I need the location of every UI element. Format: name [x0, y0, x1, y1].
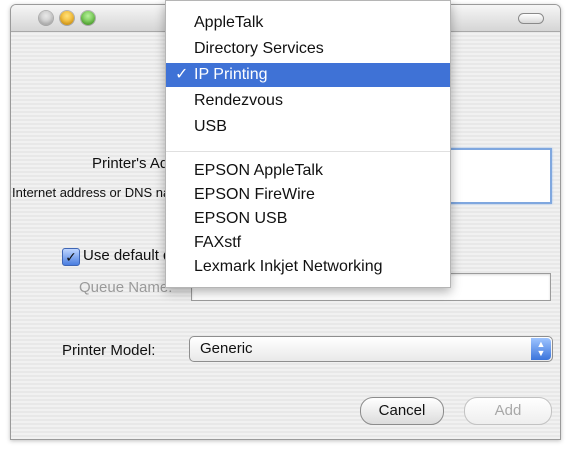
- menu-item-label: IP Printing: [194, 66, 268, 83]
- menu-item-epson-usb[interactable]: EPSON USB: [166, 207, 450, 231]
- default-queue-checkbox[interactable]: ✓: [62, 248, 80, 266]
- menu-item-label: Directory Services: [194, 40, 324, 57]
- menu-item-epson-appletalk[interactable]: EPSON AppleTalk: [166, 159, 450, 183]
- menu-item-label: AppleTalk: [194, 14, 264, 31]
- menu-item-label: EPSON AppleTalk: [194, 162, 323, 179]
- printer-model-value: Generic: [200, 340, 253, 357]
- menu-item-faxstf[interactable]: FAXstf: [166, 231, 450, 255]
- menu-item-ip-printing[interactable]: ✓ IP Printing: [166, 63, 450, 87]
- cancel-button[interactable]: Cancel: [360, 397, 444, 425]
- menu-item-label: Lexmark Inkjet Networking: [194, 258, 383, 275]
- minimize-button-icon[interactable]: [60, 11, 74, 25]
- close-button-icon[interactable]: [39, 11, 53, 25]
- menu-item-appletalk[interactable]: AppleTalk: [166, 11, 450, 35]
- checkmark-icon: ✓: [175, 66, 189, 83]
- menu-item-usb[interactable]: USB: [166, 115, 450, 139]
- popup-arrows-icon: ▲ ▼: [531, 338, 551, 360]
- menu-item-label: USB: [194, 118, 227, 135]
- checkmark-icon: ✓: [65, 249, 77, 265]
- menu-item-label: Rendezvous: [194, 92, 283, 109]
- printer-model-popup[interactable]: Generic ▲ ▼: [189, 336, 553, 362]
- printer-model-label: Printer Model:: [62, 342, 156, 359]
- menu-item-label: EPSON FireWire: [194, 186, 315, 203]
- internet-address-hint: Internet address or DNS name: [12, 185, 189, 200]
- connection-type-menu: AppleTalk Directory Services ✓ IP Printi…: [165, 0, 451, 288]
- menu-item-label: FAXstf: [194, 234, 242, 251]
- toolbar-toggle-button[interactable]: [518, 13, 544, 24]
- menu-item-directory-services[interactable]: Directory Services: [166, 37, 450, 61]
- menu-separator: [166, 151, 450, 152]
- queue-name-label: Queue Name:: [79, 279, 173, 296]
- menu-item-rendezvous[interactable]: Rendezvous: [166, 89, 450, 113]
- add-button[interactable]: Add: [464, 397, 552, 425]
- menu-item-epson-firewire[interactable]: EPSON FireWire: [166, 183, 450, 207]
- menu-item-lexmark-inkjet-networking[interactable]: Lexmark Inkjet Networking: [166, 255, 450, 279]
- zoom-button-icon[interactable]: [81, 11, 95, 25]
- menu-item-label: EPSON USB: [194, 210, 288, 227]
